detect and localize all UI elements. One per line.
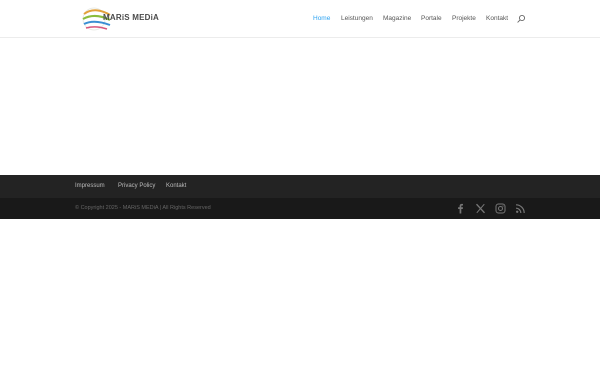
facebook-icon[interactable] (455, 203, 466, 214)
site-header: MARiS MEDiA Home Leistungen Magazine Por… (0, 0, 600, 38)
rss-icon[interactable] (515, 203, 526, 214)
nav-leistungen[interactable]: Leistungen (341, 15, 373, 25)
footer-bottom: © Copyright 2025 - MARiS MEDiA | All Rig… (0, 198, 600, 219)
footer-link-kontakt[interactable]: Kontakt (166, 183, 186, 189)
nav-projekte[interactable]: Projekte (452, 15, 476, 25)
footer-link-privacy-policy[interactable]: Privacy Policy (118, 183, 155, 189)
x-icon[interactable] (475, 203, 486, 214)
nav-home[interactable]: Home (313, 15, 330, 25)
brand-name: MARiS MEDiA (103, 13, 159, 22)
nav-portale[interactable]: Portale (421, 15, 442, 25)
footer-link-impressum[interactable]: Impressum (75, 183, 105, 189)
instagram-icon[interactable] (495, 203, 506, 214)
nav-kontakt[interactable]: Kontakt (486, 15, 508, 25)
nav-magazine[interactable]: Magazine (383, 15, 411, 25)
copyright-text: © Copyright 2025 - MARiS MEDiA | All Rig… (75, 205, 211, 211)
footer-nav: Impressum Privacy Policy Kontakt (0, 175, 600, 198)
search-icon[interactable] (516, 14, 526, 24)
